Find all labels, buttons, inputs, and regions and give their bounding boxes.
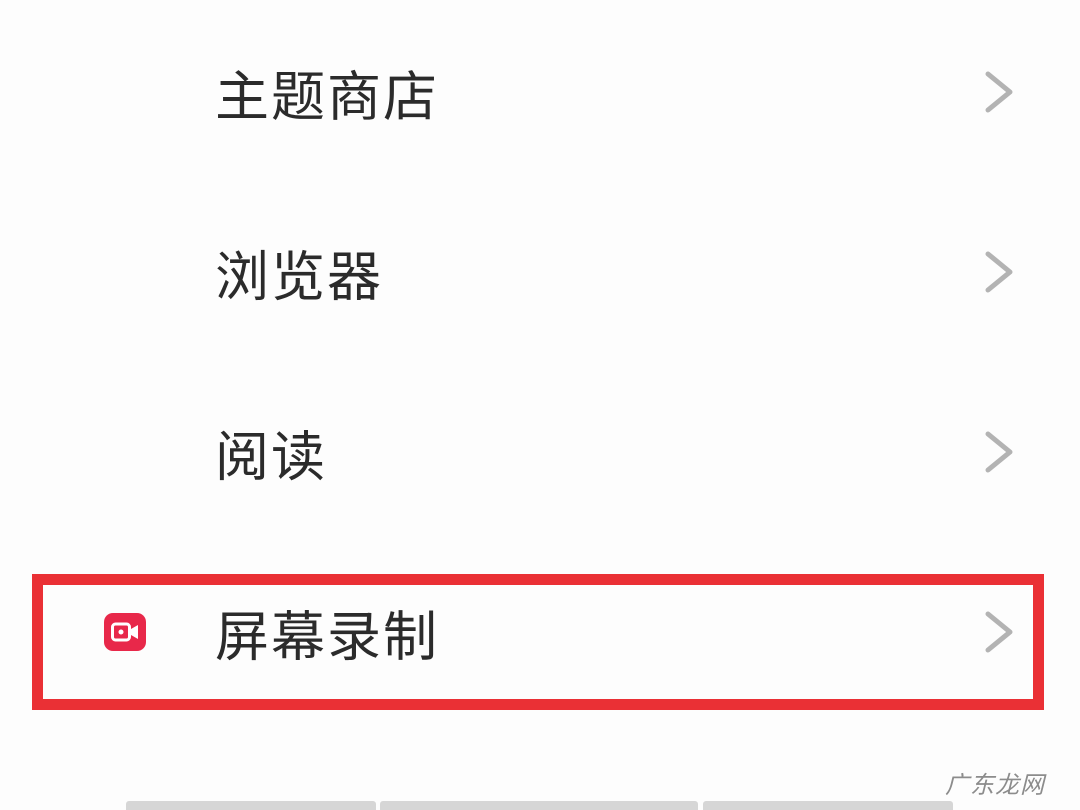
- settings-item-label: 浏览器: [215, 245, 383, 309]
- bottom-divider-segment: [703, 801, 953, 810]
- bottom-divider-segment: [126, 801, 376, 810]
- settings-item-browser[interactable]: 浏览器: [0, 212, 1080, 332]
- chevron-right-icon: [982, 250, 1016, 294]
- highlight-annotation-box: [32, 574, 1044, 710]
- watermark-text: 广东龙网: [945, 771, 1045, 799]
- bottom-divider-segment: [380, 801, 698, 810]
- settings-item-label: 主题商店: [215, 65, 439, 129]
- settings-item-label: 阅读: [215, 425, 327, 489]
- settings-item-theme-store[interactable]: 主题商店: [0, 32, 1080, 152]
- settings-item-reading[interactable]: 阅读: [0, 392, 1080, 512]
- chevron-right-icon: [982, 70, 1016, 114]
- settings-screen: 主题商店 浏览器 阅读 屏幕录制 广东龙网: [0, 0, 1080, 810]
- chevron-right-icon: [982, 430, 1016, 474]
